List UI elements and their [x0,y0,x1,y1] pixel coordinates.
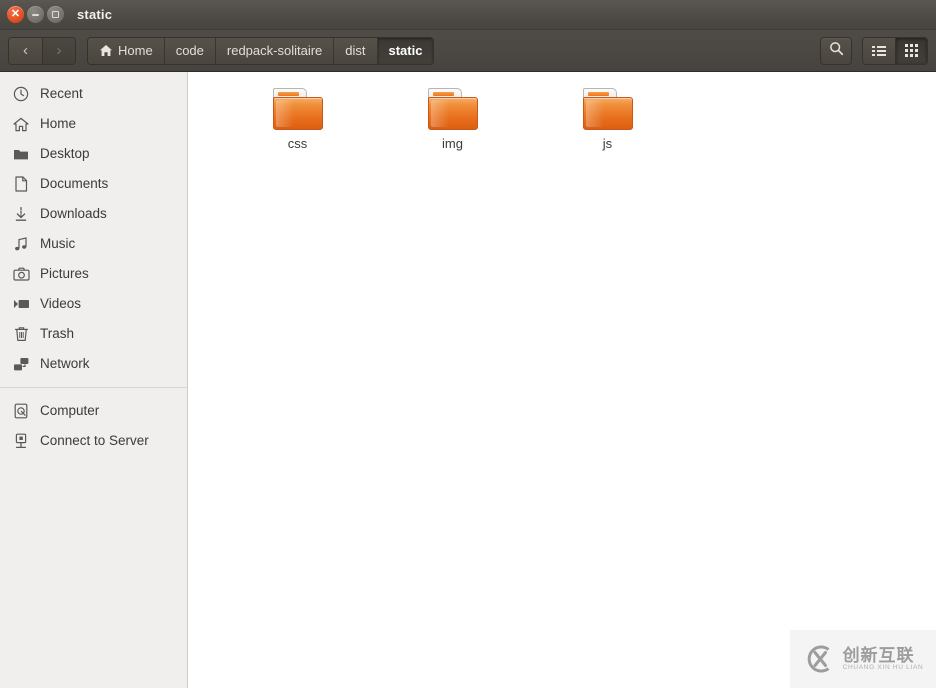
sidebar-item-pictures[interactable]: Pictures [0,259,187,289]
window-title: static [77,7,113,22]
file-label: css [287,136,308,151]
watermark: 创新互联 CHUANG XIN HU LIAN [790,630,936,688]
sidebar-item-computer[interactable]: Computer [0,396,187,426]
maximize-icon [52,11,59,18]
sidebar-item-network[interactable]: Network [0,349,187,379]
view-mode-buttons [862,36,928,65]
sidebar-item-label: Network [40,356,90,372]
file-item[interactable]: js [530,84,685,150]
server-icon [12,432,30,450]
watermark-pinyin: CHUANG XIN HU LIAN [842,664,924,672]
sidebar-item-label: Trash [40,326,75,342]
back-button[interactable]: ‹ [9,37,42,64]
folder-icon [12,145,30,163]
breadcrumb-label: static [388,43,423,58]
sidebar-item-documents[interactable]: Documents [0,169,187,199]
breadcrumb-item-code[interactable]: code [163,37,215,64]
video-icon [12,295,30,313]
breadcrumb-label: code [175,43,204,58]
file-label: js [602,136,613,151]
minimize-button[interactable] [27,6,44,23]
breadcrumb-label: redpack-solitaire [226,43,323,58]
music-note-icon [12,235,30,253]
sidebar-item-label: Connect to Server [40,433,149,449]
breadcrumb-item-redpack-solitaire[interactable]: redpack-solitaire [214,37,334,64]
sidebar: Recent Home Desktop Documents Downloads … [0,72,188,688]
maximize-button[interactable] [47,6,64,23]
sidebar-item-music[interactable]: Music [0,229,187,259]
file-item[interactable]: css [220,84,375,150]
forward-button[interactable]: › [42,37,75,64]
minimize-icon [32,13,39,16]
watermark-text: 创新互联 CHUANG XIN HU LIAN [842,645,924,672]
folder-icon [427,88,478,130]
toolbar: ‹ › Home code redpack-solitaire dist sta… [0,30,936,72]
file-area[interactable]: css img js 创新互联 CHUANG XIN HU LIAN [188,72,936,688]
sidebar-item-desktop[interactable]: Desktop [0,139,187,169]
navigation-buttons: ‹ › [8,36,76,65]
sidebar-item-recent[interactable]: Recent [0,79,187,109]
file-label: img [442,136,463,151]
sidebar-item-label: Home [40,116,77,132]
close-button[interactable]: ✕ [7,6,24,23]
sidebar-item-home[interactable]: Home [0,109,187,139]
grid-view-button[interactable] [895,37,927,64]
breadcrumb-label: dist [345,43,366,58]
sidebar-item-downloads[interactable]: Downloads [0,199,187,229]
download-icon [12,205,30,223]
folder-icon [272,88,323,130]
clock-icon [12,85,30,103]
breadcrumb-item-dist[interactable]: dist [333,37,377,64]
sidebar-divider [0,387,187,388]
home-icon [12,115,30,133]
breadcrumb-item-home[interactable]: Home [88,37,164,64]
sidebar-item-label: Downloads [40,206,107,222]
breadcrumb-item-static[interactable]: static [376,37,434,64]
sidebar-item-label: Pictures [40,266,89,282]
search-button[interactable] [820,36,852,65]
sidebar-item-label: Videos [40,296,82,312]
sidebar-item-label: Recent [40,86,83,102]
window-body: Recent Home Desktop Documents Downloads … [0,72,936,688]
title-bar: ✕ static [0,0,936,30]
cx-circle-logo-icon [803,642,837,676]
sidebar-item-connect-to-server[interactable]: Connect to Server [0,426,187,456]
breadcrumb-label: Home [118,43,153,58]
sidebar-item-label: Desktop [40,146,90,162]
document-icon [12,175,30,193]
sidebar-item-label: Music [40,236,76,252]
sidebar-item-videos[interactable]: Videos [0,289,187,319]
list-view-button[interactable] [863,37,895,64]
computer-icon [12,402,30,420]
search-icon [829,41,844,61]
trash-icon [12,325,30,343]
folder-icon [582,88,633,130]
file-item[interactable]: img [375,84,530,150]
home-icon [99,44,113,57]
grid-view-icon [905,44,918,57]
sidebar-item-label: Documents [40,176,109,192]
sidebar-item-trash[interactable]: Trash [0,319,187,349]
breadcrumb: Home code redpack-solitaire dist static [87,36,435,65]
sidebar-item-label: Computer [40,403,100,419]
chevron-right-icon: › [56,42,62,59]
camera-icon [12,265,30,283]
chevron-left-icon: ‹ [23,42,28,59]
close-icon: ✕ [10,7,21,20]
list-view-icon [872,45,886,56]
watermark-chinese: 创新互联 [842,645,915,665]
network-icon [12,355,30,373]
toolbar-right-group [820,36,928,65]
file-manager-window: ✕ static ‹ › Home code redpack-solitaire… [0,0,936,688]
icon-grid: css img js [188,84,936,150]
window-controls: ✕ [7,6,64,23]
